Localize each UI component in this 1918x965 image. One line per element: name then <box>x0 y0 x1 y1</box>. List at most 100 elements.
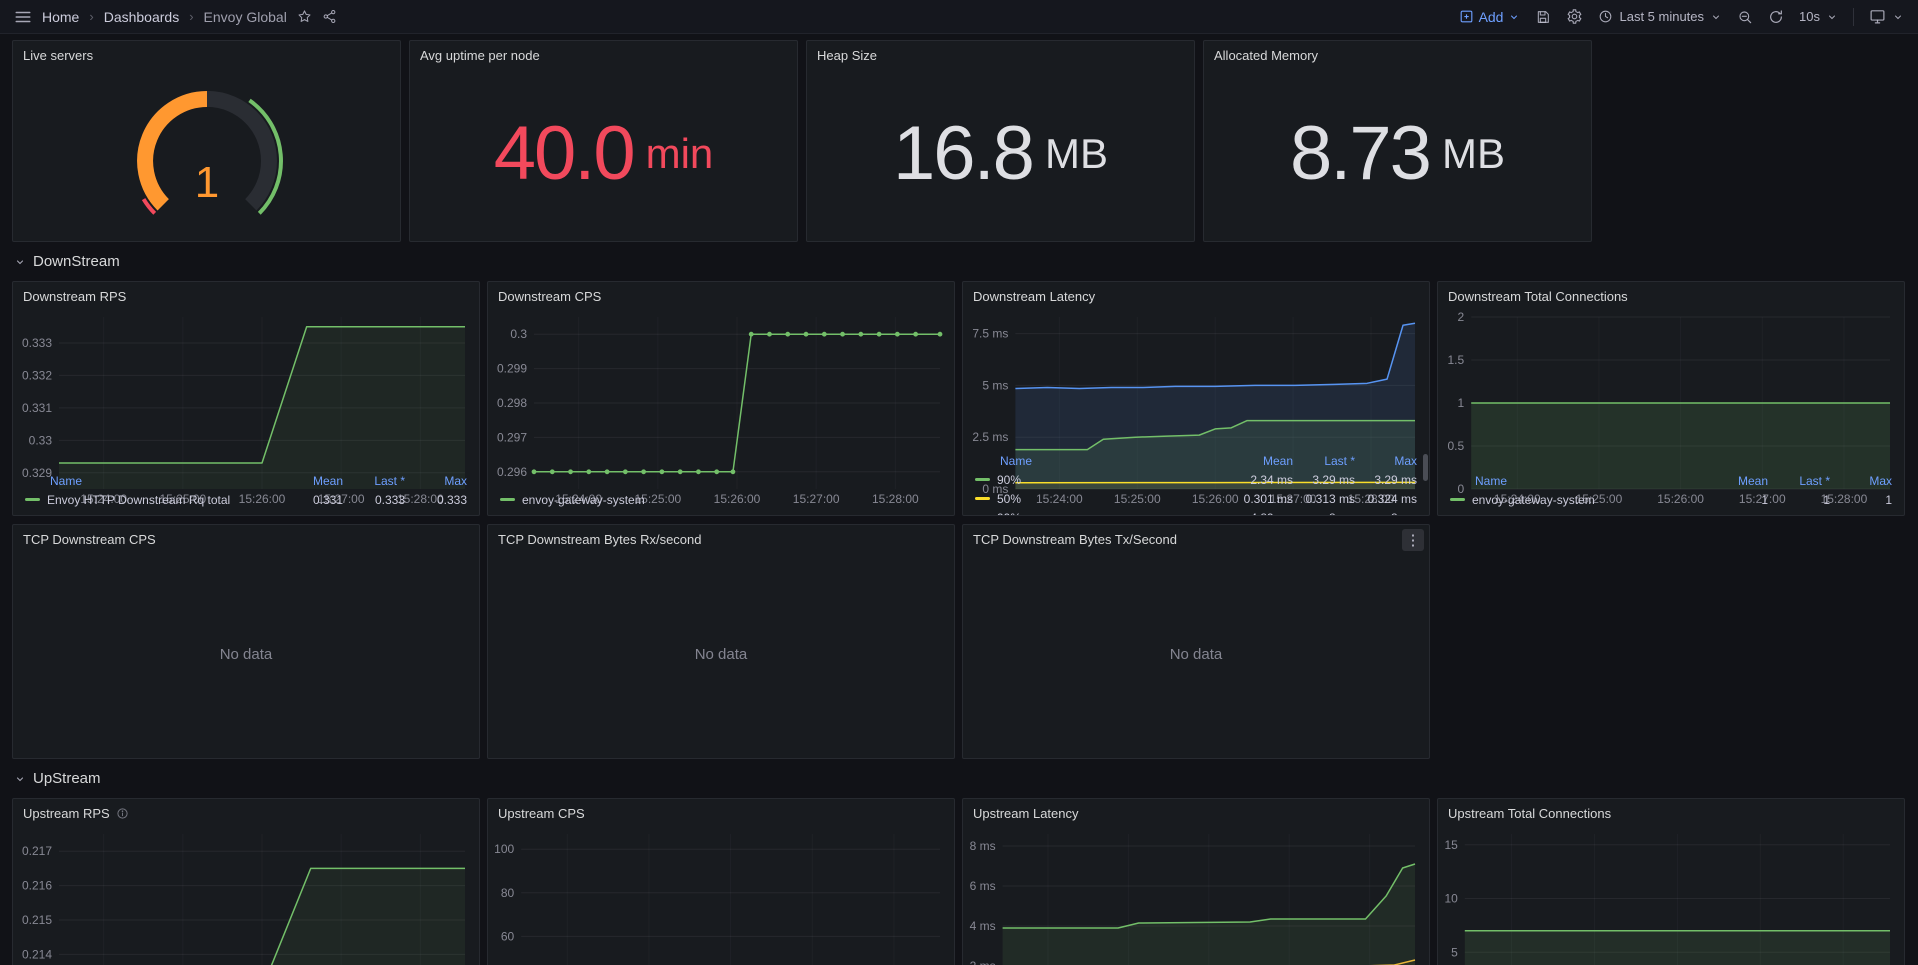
section-downstream[interactable]: DownStream <box>12 242 1906 281</box>
panel-title[interactable]: Downstream CPS <box>488 282 954 307</box>
legend-header-cell[interactable]: Name <box>1450 474 1706 488</box>
legend[interactable]: NameMeanLast *MaxEnvoy HTTP Downstream R… <box>13 469 479 515</box>
refresh-icon[interactable] <box>1768 9 1784 25</box>
info-icon[interactable] <box>116 807 129 820</box>
save-dashboard-icon[interactable] <box>1535 9 1551 25</box>
gauge-value: 1 <box>194 158 218 207</box>
panel-title[interactable]: Upstream Latency <box>963 799 1429 824</box>
time-range-picker[interactable]: Last 5 minutes <box>1598 9 1722 24</box>
svg-text:0.5: 0.5 <box>1448 439 1465 453</box>
panel-tcp-downstream-bytes-rx: TCP Downstream Bytes Rx/second No data <box>487 524 955 759</box>
panel-title[interactable]: Downstream Latency <box>963 282 1429 307</box>
legend-header-cell[interactable]: Max <box>1830 474 1892 488</box>
legend-row[interactable]: Envoy HTTP Downstream Rq total0.3310.333… <box>25 490 467 509</box>
legend-header-cell[interactable]: Mean <box>281 474 343 488</box>
panel-title[interactable]: Upstream RPS <box>13 799 479 824</box>
panel-title[interactable]: Downstream Total Connections <box>1438 282 1904 307</box>
series-value: 1 <box>1706 493 1768 507</box>
chevron-down-icon <box>1508 11 1520 23</box>
panel-upstream-cps: Upstream CPS 40608010015:24:0015:25:0015… <box>487 798 955 965</box>
legend-header: NameMeanLast *Max <box>1450 471 1892 490</box>
panel-title[interactable]: Downstream RPS <box>13 282 479 307</box>
menu-icon[interactable] <box>14 8 32 26</box>
series-value: 1 <box>1830 493 1892 507</box>
breadcrumb-dashboards[interactable]: Dashboards <box>104 9 180 25</box>
stat-unit: min <box>646 133 714 175</box>
legend-header-cell[interactable]: Max <box>405 474 467 488</box>
panel-title[interactable]: Allocated Memory <box>1204 41 1591 66</box>
add-button[interactable]: Add <box>1459 9 1521 25</box>
zoom-out-icon[interactable] <box>1737 9 1753 25</box>
tv-mode-button[interactable] <box>1869 8 1904 25</box>
downstream-cps-chart[interactable]: 0.2960.2970.2980.2990.315:24:0015:25:001… <box>488 307 954 488</box>
legend-header-cell[interactable]: Last * <box>1768 474 1830 488</box>
series-value: 0.324 ms <box>1355 492 1417 506</box>
breadcrumb-current: Envoy Global <box>204 9 287 25</box>
panel-title[interactable]: Heap Size <box>807 41 1194 66</box>
panel-title[interactable]: TCP Downstream CPS <box>13 525 479 550</box>
series-value: 3.29 ms <box>1355 473 1417 487</box>
svg-text:2 ms: 2 ms <box>970 959 996 965</box>
svg-text:10: 10 <box>1444 892 1458 906</box>
legend[interactable]: NameMeanLast *Maxenvoy-gateway-system111 <box>1438 469 1904 515</box>
svg-text:100: 100 <box>494 842 514 856</box>
legend[interactable]: NameMeanLast *Max 90%2.34 ms3.29 ms3.29 m… <box>963 449 1429 515</box>
share-icon[interactable] <box>322 9 337 24</box>
legend-header-cell[interactable]: Mean <box>1706 474 1768 488</box>
panel-title[interactable]: Upstream CPS <box>488 799 954 824</box>
panel-title[interactable]: TCP Downstream Bytes Tx/Second <box>963 525 1429 550</box>
legend-row[interactable]: 99%4.89 ms8 ms8 ms <box>975 508 1417 515</box>
legend-row[interactable]: 90%2.34 ms3.29 ms3.29 ms <box>975 470 1417 489</box>
stat-value-wrap: 8.73 MB <box>1204 66 1591 241</box>
breadcrumb-home[interactable]: Home <box>42 9 79 25</box>
svg-text:0.332: 0.332 <box>22 368 52 382</box>
legend-header-cell[interactable]: Last * <box>343 474 405 488</box>
panel-title[interactable]: Avg uptime per node <box>410 41 797 66</box>
svg-text:5: 5 <box>1451 945 1458 959</box>
panel-downstream-rps: Downstream RPS 0.3290.330.3310.3320.3331… <box>12 281 480 516</box>
svg-text:4 ms: 4 ms <box>970 919 996 933</box>
svg-text:0.297: 0.297 <box>497 430 527 444</box>
upstream-rps-chart[interactable]: 0.2130.2140.2150.2160.21715:24:0015:25:0… <box>13 824 479 965</box>
chevron-down-icon <box>14 256 26 268</box>
upstream-cps-chart[interactable]: 40608010015:24:0015:25:0015:26:0015:27:0… <box>488 824 954 965</box>
section-upstream[interactable]: UpStream <box>12 759 1906 798</box>
stat-value-wrap: 16.8 MB <box>807 66 1194 241</box>
panel-title-text: Downstream Latency <box>973 289 1095 304</box>
upstream-latency-chart[interactable]: 0 ms2 ms4 ms6 ms8 ms15:24:0015:25:0015:2… <box>963 824 1429 965</box>
legend-header-cell[interactable]: Name <box>975 454 1231 468</box>
legend-header-cell[interactable]: Last * <box>1293 454 1355 468</box>
upstream-total-connections-chart[interactable]: 5101515:24:0015:25:0015:26:0015:27:0015:… <box>1438 824 1904 965</box>
panel-tcp-downstream-bytes-tx: TCP Downstream Bytes Tx/Second ⋮ No data <box>962 524 1430 759</box>
panel-title-text: Heap Size <box>817 48 877 63</box>
refresh-interval-picker[interactable]: 10s <box>1799 9 1838 24</box>
legend-header-cell[interactable]: Max <box>1355 454 1417 468</box>
legend[interactable]: envoy-gateway-system <box>488 488 954 515</box>
series-value: 0.331 <box>281 493 343 507</box>
legend-row[interactable]: envoy-gateway-system111 <box>1450 490 1892 509</box>
svg-text:0.299: 0.299 <box>497 362 527 376</box>
legend-scrollbar[interactable] <box>1423 454 1428 481</box>
legend-row[interactable]: envoy-gateway-system <box>500 490 942 509</box>
legend-header-cell[interactable]: Mean <box>1231 454 1293 468</box>
dashboard-canvas: Live servers 1 Avg uptime per node 40.0 … <box>0 34 1918 965</box>
legend-header-cell[interactable]: Name <box>25 474 281 488</box>
panel-title-text: Upstream Total Connections <box>1448 806 1611 821</box>
downstream-rps-chart[interactable]: 0.3290.330.3310.3320.33315:24:0015:25:00… <box>13 307 479 469</box>
no-data-message: No data <box>13 550 479 758</box>
dashboard-settings-icon[interactable] <box>1566 8 1583 25</box>
tcp-panels-row: TCP Downstream CPS No data TCP Downstrea… <box>12 524 1906 759</box>
series-value: 4.89 ms <box>1231 511 1293 516</box>
series-value: 0.333 <box>405 493 467 507</box>
downstream-total-connections-chart[interactable]: 00.511.5215:24:0015:25:0015:26:0015:27:0… <box>1438 307 1904 469</box>
panel-title[interactable]: TCP Downstream Bytes Rx/second <box>488 525 954 550</box>
panel-title[interactable]: Upstream Total Connections <box>1438 799 1904 824</box>
star-icon[interactable] <box>297 9 312 24</box>
panel-live-servers: Live servers 1 <box>12 40 401 242</box>
downstream-latency-chart[interactable]: 0 ms2.5 ms5 ms7.5 ms15:24:0015:25:0015:2… <box>963 307 1429 449</box>
legend-row[interactable]: 50%0.301 ms0.313 ms0.324 ms <box>975 489 1417 508</box>
panel-title[interactable]: Live servers <box>13 41 400 66</box>
panel-menu-icon[interactable]: ⋮ <box>1402 529 1424 551</box>
panel-title-text: TCP Downstream Bytes Tx/Second <box>973 532 1177 547</box>
refresh-interval-label: 10s <box>1799 9 1820 24</box>
